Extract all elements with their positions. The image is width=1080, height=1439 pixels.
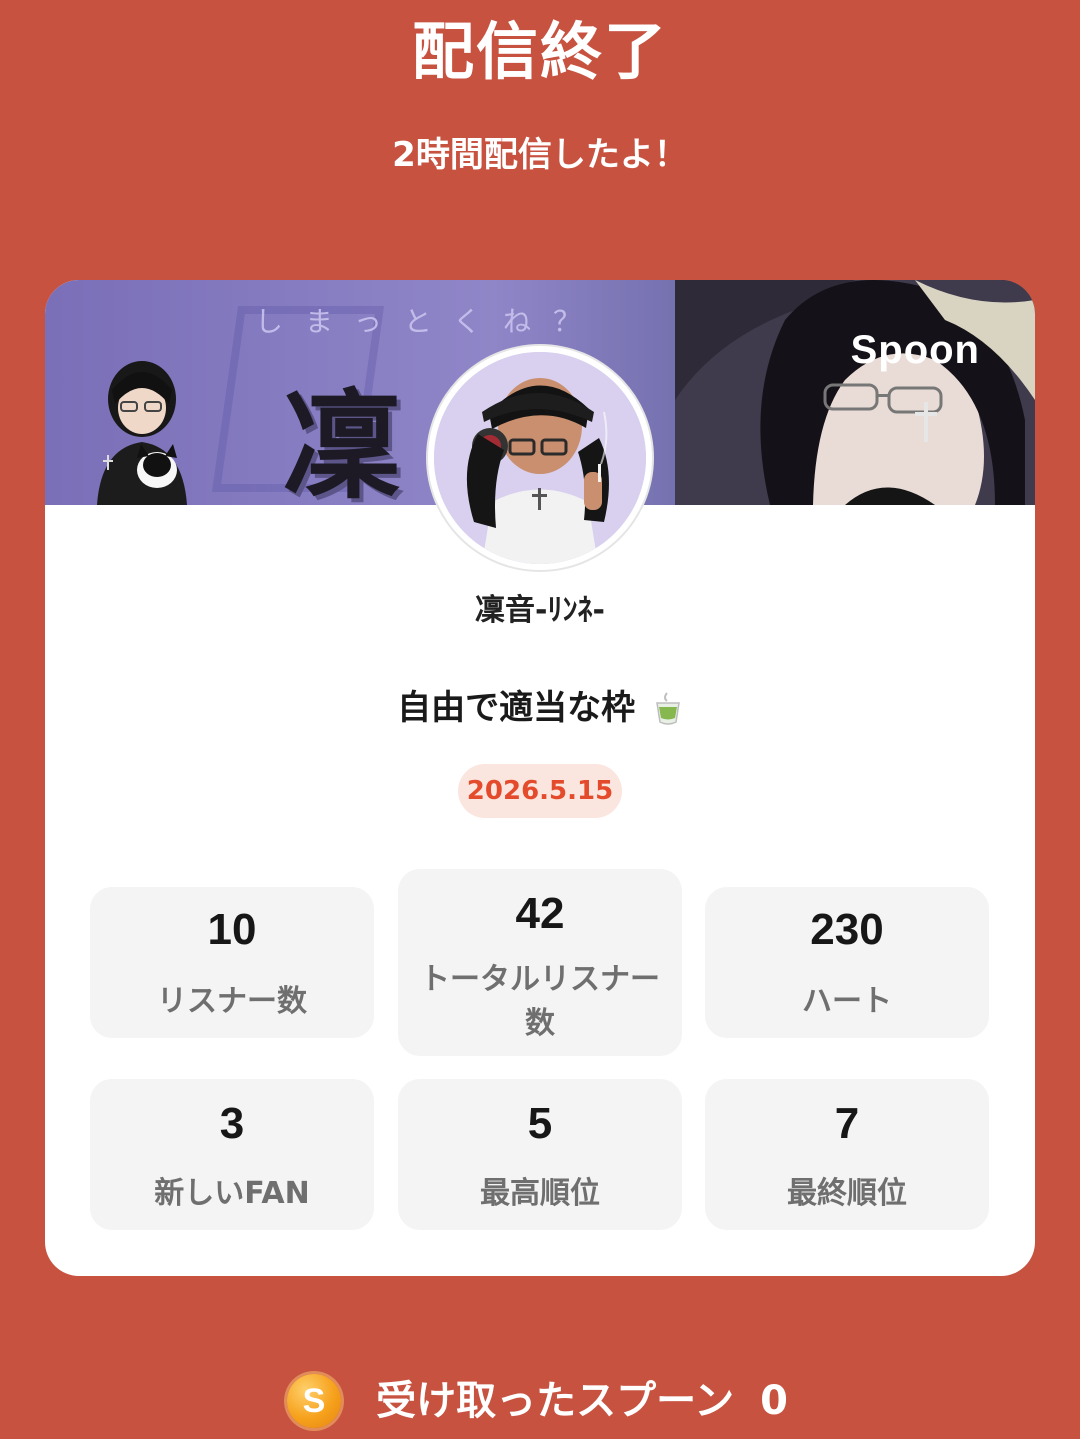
received-spoons: 受け取ったスプーン 0 xyxy=(0,1370,1080,1432)
stat-hearts: 230 ハート xyxy=(705,887,989,1038)
avatar-image xyxy=(434,352,646,564)
page-title: 配信終了 xyxy=(411,15,668,88)
received-spoons-label: 受け取ったスプーン xyxy=(376,1378,735,1424)
stat-label: トータルリスナー数 xyxy=(420,962,660,1041)
stat-value: 5 xyxy=(527,1099,553,1148)
spoon-brand-logo: Spoon xyxy=(850,328,980,372)
stream-title: 自由で適当な枠 xyxy=(45,680,1035,729)
summary-card: しまっとくね？ 凜 Spoon 凜音-ﾘﾝﾈ- 自由で適当な枠 2026.5.1… xyxy=(45,280,1035,1276)
stat-listeners: 10 リスナー数 xyxy=(90,887,374,1038)
username: 凜音-ﾘﾝﾈ- xyxy=(475,593,605,628)
stream-title-text: 自由で適当な枠 xyxy=(397,688,636,728)
banner-caption: しまっとくね？ xyxy=(255,305,604,338)
stat-label: 最高順位 xyxy=(480,1176,600,1211)
stat-value: 10 xyxy=(207,905,257,954)
date-badge: 2026.5.15 xyxy=(458,764,622,818)
chibi-character-image xyxy=(97,361,187,505)
stat-label: リスナー数 xyxy=(157,984,307,1019)
stat-highest-rank: 5 最高順位 xyxy=(398,1079,682,1230)
received-spoons-value: 0 xyxy=(760,1378,788,1424)
stat-label: 最終順位 xyxy=(787,1176,907,1211)
page-subtitle: 2時間配信したよ！ xyxy=(392,135,688,175)
stat-total-listeners: 42 トータルリスナー数 xyxy=(398,869,682,1056)
stat-value: 3 xyxy=(219,1099,245,1148)
stat-new-fans: 3 新しいFAN xyxy=(90,1079,374,1230)
stat-final-rank: 7 最終順位 xyxy=(705,1079,989,1230)
stat-label: ハート xyxy=(802,984,892,1019)
stat-label: 新しいFAN xyxy=(154,1176,310,1211)
stat-value: 42 xyxy=(515,889,565,938)
anime-character-image xyxy=(675,280,1035,505)
stat-value: 230 xyxy=(810,905,884,954)
avatar[interactable] xyxy=(428,346,652,570)
stat-value: 7 xyxy=(834,1099,860,1148)
tea-cup-icon xyxy=(656,692,680,725)
banner-kanji: 凜 xyxy=(283,376,402,505)
